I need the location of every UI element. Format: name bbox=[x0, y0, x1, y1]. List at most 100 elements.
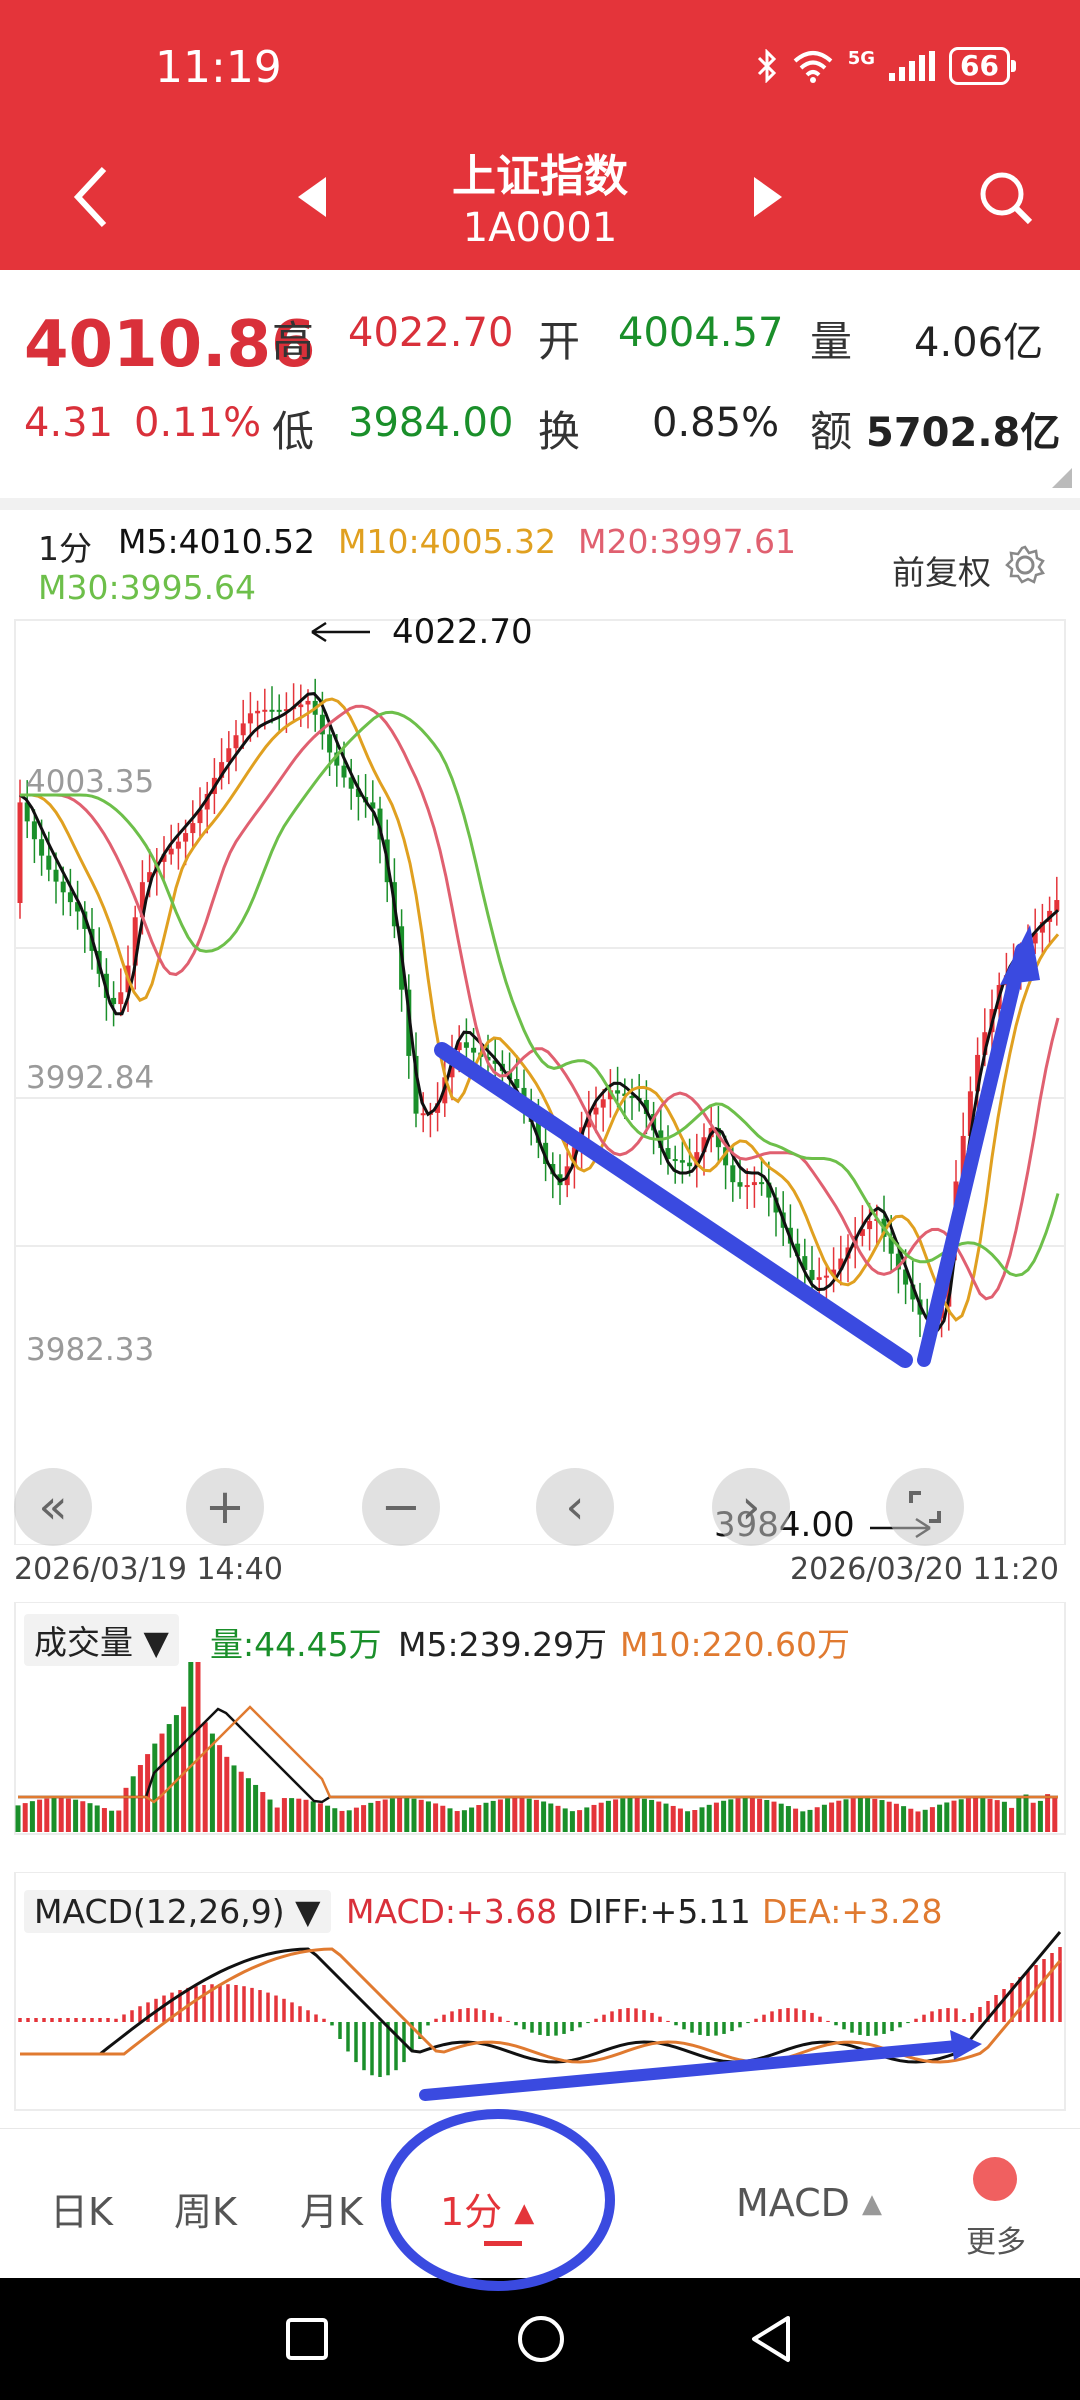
volume-bar bbox=[332, 1808, 338, 1832]
tab-indicator-macd[interactable]: MACD ▲ bbox=[736, 2181, 882, 2225]
more-icon[interactable] bbox=[973, 2157, 1017, 2201]
tab-more[interactable]: 更多 bbox=[966, 2217, 1026, 2261]
volume-bar bbox=[440, 1805, 446, 1832]
volume-bar bbox=[1023, 1794, 1029, 1832]
volume-frame bbox=[14, 1602, 1066, 1835]
volume-bar bbox=[346, 1810, 352, 1832]
volume-bar bbox=[87, 1803, 93, 1832]
volume-bar bbox=[526, 1798, 532, 1832]
volume-bar bbox=[260, 1792, 266, 1832]
volume-bar bbox=[1030, 1802, 1036, 1832]
candle-body bbox=[809, 1269, 815, 1280]
volume-bar bbox=[418, 1799, 424, 1832]
tab-day-k[interactable]: 日K bbox=[50, 2181, 113, 2236]
candle-body bbox=[463, 1042, 469, 1048]
candle-body bbox=[31, 821, 37, 840]
volume-bar bbox=[598, 1802, 604, 1832]
network-label: 5G bbox=[847, 47, 876, 69]
active-tab-indicator bbox=[484, 2241, 522, 2246]
next-stock-icon[interactable] bbox=[752, 175, 784, 219]
volume-bar bbox=[728, 1799, 734, 1832]
ma5-legend: M5:4010.52 bbox=[118, 522, 316, 561]
volume-bar bbox=[382, 1799, 388, 1832]
volume-bar bbox=[778, 1803, 784, 1832]
volume-bar bbox=[296, 1798, 302, 1832]
volume-bar bbox=[123, 1787, 129, 1832]
zoom-in-button[interactable]: + bbox=[186, 1468, 264, 1546]
open-value: 4004.57 bbox=[618, 310, 784, 356]
volume-bar bbox=[231, 1765, 237, 1832]
zoom-out-button[interactable]: − bbox=[362, 1468, 440, 1546]
separator bbox=[0, 498, 1080, 510]
candle-body bbox=[600, 1099, 606, 1108]
candle-body bbox=[744, 1185, 750, 1188]
signal-icon bbox=[889, 51, 936, 81]
volume-bar bbox=[555, 1805, 561, 1832]
volume-bar bbox=[281, 1798, 287, 1832]
adjust-button[interactable]: 前复权 bbox=[892, 546, 991, 594]
search-icon[interactable] bbox=[978, 170, 1034, 226]
volume-bar bbox=[649, 1799, 655, 1832]
candlestick-chart[interactable]: 4024.374013.864003.353992.843982.33 4022… bbox=[0, 610, 1080, 1545]
volume-bar bbox=[425, 1801, 431, 1832]
tab-week-k[interactable]: 周K bbox=[174, 2181, 237, 2236]
volume-bar bbox=[238, 1771, 244, 1832]
status-icons: 5G 66 bbox=[756, 46, 1016, 86]
volume-bar bbox=[188, 1662, 194, 1832]
settings-gear-icon[interactable] bbox=[1004, 544, 1046, 586]
volume-bar bbox=[310, 1801, 316, 1832]
chevron-left-icon: ‹ bbox=[565, 1479, 585, 1535]
candle-body bbox=[939, 1306, 945, 1319]
volume-bar bbox=[879, 1800, 885, 1832]
scroll-start-button[interactable]: « bbox=[14, 1468, 92, 1546]
y-tick-label: 4003.35 bbox=[26, 764, 154, 800]
volume-bar bbox=[965, 1798, 971, 1832]
amount-value: 5702.8亿 bbox=[866, 410, 1061, 456]
fullscreen-button[interactable] bbox=[886, 1468, 964, 1546]
volume-bar bbox=[829, 1802, 835, 1832]
high-marker-label: 4022.70 bbox=[392, 612, 533, 652]
candle-body bbox=[276, 709, 282, 712]
volume-bar bbox=[44, 1798, 50, 1832]
y-tick-label: 3992.84 bbox=[26, 1060, 154, 1096]
candle-body bbox=[240, 723, 246, 736]
volume-bar bbox=[886, 1801, 892, 1832]
back-nav-icon[interactable] bbox=[748, 2314, 794, 2364]
volume-bar bbox=[764, 1799, 770, 1832]
expand-corner-icon[interactable] bbox=[1052, 468, 1072, 488]
volume-bar bbox=[872, 1798, 878, 1832]
volume-bar bbox=[1037, 1800, 1043, 1832]
volume-bar bbox=[15, 1805, 21, 1832]
candle-body bbox=[298, 704, 304, 708]
chart-end-date: 2026/03/20 11:20 bbox=[790, 1552, 1059, 1587]
volume-bar bbox=[1045, 1794, 1051, 1832]
volume-bar bbox=[65, 1798, 71, 1832]
recent-apps-icon[interactable] bbox=[284, 2316, 330, 2362]
volume-bar bbox=[584, 1807, 590, 1832]
scroll-right-button[interactable]: › bbox=[712, 1468, 790, 1546]
volume-bar bbox=[368, 1802, 374, 1832]
volume-bar bbox=[166, 1724, 172, 1832]
volume-bar bbox=[836, 1800, 842, 1832]
volume-bar bbox=[641, 1798, 647, 1832]
bluetooth-icon bbox=[757, 49, 776, 83]
volume-bar bbox=[634, 1798, 640, 1832]
candle-body bbox=[737, 1182, 743, 1187]
amount-label: 额 bbox=[810, 407, 853, 456]
volume-chart bbox=[14, 1602, 1066, 1835]
battery-icon: 66 bbox=[949, 47, 1016, 85]
period-label: 1分 bbox=[38, 529, 92, 568]
volume-bar bbox=[541, 1801, 547, 1832]
page-title: 上证指数 bbox=[452, 151, 628, 202]
scroll-left-button[interactable]: ‹ bbox=[536, 1468, 614, 1546]
tab-month-k[interactable]: 月K bbox=[300, 2181, 363, 2236]
home-icon[interactable] bbox=[516, 2314, 566, 2364]
candle-body bbox=[1018, 955, 1024, 967]
tab-1min[interactable]: 1分 ▲ bbox=[440, 2181, 534, 2236]
volume-bar bbox=[800, 1811, 806, 1832]
volume-bar bbox=[116, 1810, 122, 1832]
status-time: 11:19 bbox=[155, 42, 282, 93]
volume-bar bbox=[785, 1806, 791, 1832]
volume-bar bbox=[1009, 1807, 1015, 1832]
volume-bar bbox=[857, 1798, 863, 1832]
